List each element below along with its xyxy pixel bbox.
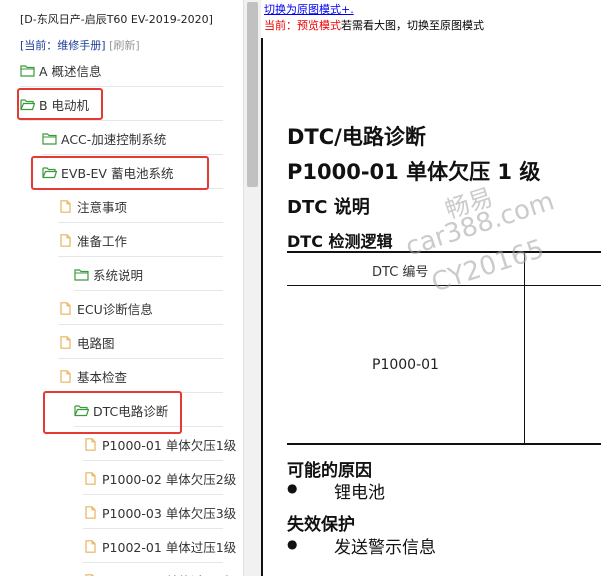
mode-prefix: 当前： [264, 19, 297, 32]
tree-item-divider [58, 222, 223, 223]
doc-heading-4: DTC 检测逻辑 [287, 232, 393, 251]
cause-item-1: 锂电池 [334, 483, 385, 503]
refresh-link[interactable]: [刷新] [109, 39, 140, 52]
current-manual-label: [当前：维修手册] [20, 39, 106, 52]
manual-status: [当前：维修手册] [刷新] [20, 39, 140, 52]
document-icon [83, 505, 98, 519]
document-pane: 切换为原图模式+. 当前：预览模式若需看大图，切换至原图模式 [261, 0, 601, 576]
document-icon [58, 233, 73, 247]
tree-item-label: A 概述信息 [39, 63, 102, 79]
tree-item[interactable]: P1000-02 单体欠压2级 [83, 466, 236, 495]
failsafe-item-1: 发送警示信息 [334, 538, 436, 558]
manual-title: [D-东风日产-启辰T60 EV-2019-2020] [20, 13, 213, 26]
tree-item[interactable]: 注意事项 [58, 194, 223, 223]
tree-item-divider [20, 120, 223, 121]
tree-item[interactable]: P1002-01 单体过压1级 [83, 534, 236, 563]
sidebar: [D-东风日产-启辰T60 EV-2019-2020] [当前：维修手册] [刷… [0, 0, 243, 576]
tree-item-label: P1002-01 单体过压1级 [102, 539, 237, 555]
tree-item[interactable]: P1002-02 单体过压2级 [83, 568, 236, 576]
tree-item[interactable]: 系统说明 [74, 262, 223, 291]
tree-item-label: 系统说明 [93, 267, 144, 283]
document-icon [83, 437, 98, 451]
table-vertical-line [524, 252, 525, 444]
tree-item[interactable]: ECU诊断信息 [58, 296, 223, 325]
highlight-box-evb [31, 156, 209, 190]
doc-heading-2: P1000-01 单体欠压 1 级 [287, 160, 541, 184]
tree-item-label: 电路图 [77, 335, 115, 351]
tree-item-label: ACC-加速控制系统 [61, 131, 167, 147]
doc-heading-1: DTC/电路诊断 [287, 125, 426, 149]
document-left-border [261, 38, 263, 576]
table-header-dtc-number: DTC 编号 [372, 265, 429, 280]
tree-item-label: 注意事项 [77, 199, 128, 215]
table-bottom-line [287, 443, 601, 445]
mode-status: 当前：预览模式若需看大图，切换至原图模式 [264, 17, 484, 33]
tree-item[interactable]: A 概述信息 [20, 58, 223, 87]
document-icon [58, 369, 73, 383]
tree-item-divider [83, 494, 223, 495]
tree-item-label: P1000-03 单体欠压3级 [102, 505, 237, 521]
tree-item-divider [74, 290, 223, 291]
tree-item-label: P1000-02 单体欠压2级 [102, 471, 237, 487]
failsafe-bullet: ● [287, 537, 298, 551]
folder-icon [42, 132, 57, 145]
mode-name: 预览模式 [297, 19, 341, 32]
failsafe-title: 失效保护 [287, 515, 355, 535]
sidebar-scrollbar[interactable] [243, 0, 261, 576]
document-icon [83, 471, 98, 485]
tree-item-label: 准备工作 [77, 233, 128, 249]
tree-item-divider [20, 86, 223, 87]
tree-item[interactable]: P1000-01 单体欠压1级 [83, 432, 236, 461]
highlight-box-b [17, 88, 103, 120]
document-icon [58, 199, 73, 213]
switch-mode-link[interactable]: 切换为原图模式+. [264, 1, 354, 17]
folder-icon [74, 268, 89, 281]
tree-item[interactable]: ACC-加速控制系统 [42, 126, 223, 155]
tree-item[interactable]: 准备工作 [58, 228, 223, 257]
tree-item-label: P1002-02 单体过压2级 [102, 571, 236, 576]
tree-item-label: ECU诊断信息 [77, 301, 153, 317]
tree-item[interactable]: 电路图 [58, 330, 223, 359]
document-icon [83, 539, 98, 553]
document-icon [58, 335, 73, 349]
tree-item[interactable]: P1000-03 单体欠压3级 [83, 500, 236, 529]
mode-hint: 若需看大图，切换至原图模式 [341, 19, 484, 32]
table-cell-dtc: P1000-01 [372, 357, 439, 373]
tree-item-label: P1000-01 单体欠压1级 [102, 437, 237, 453]
scrollbar-thumb[interactable] [247, 2, 258, 187]
tree-item-divider [83, 528, 223, 529]
doc-heading-3: DTC 说明 [287, 197, 370, 218]
tree-item-divider [58, 256, 223, 257]
tree-item-divider [58, 358, 223, 359]
tree-item-divider [83, 562, 223, 563]
highlight-box-dtc [43, 391, 182, 434]
document-icon [58, 301, 73, 315]
tree-item-divider [83, 460, 223, 461]
folder-icon [20, 64, 35, 77]
cause-bullet: ● [287, 481, 298, 495]
tree-item-divider [58, 324, 223, 325]
tree-item-divider [42, 154, 223, 155]
tree-item[interactable]: 基本检查 [58, 364, 223, 393]
tree-item-label: 基本检查 [77, 369, 128, 385]
